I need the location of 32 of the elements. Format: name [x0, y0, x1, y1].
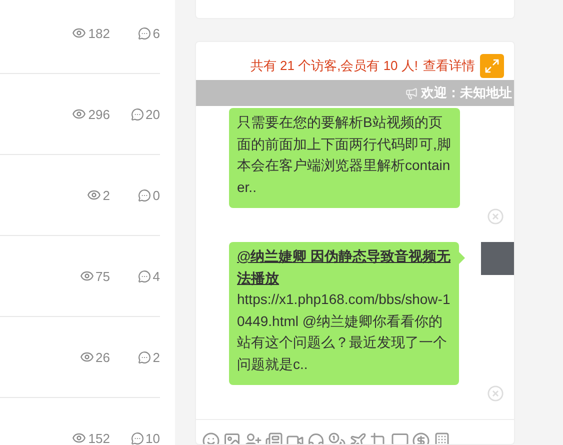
comment-count: 6: [152, 26, 160, 40]
view-count: 182: [88, 26, 110, 40]
view-count: 2: [102, 188, 110, 202]
eye-icon: [72, 26, 86, 40]
comment-count: 20: [146, 106, 160, 122]
comment-count: 4: [152, 268, 160, 284]
details-link[interactable]: 查看详情: [423, 56, 475, 74]
expand-button[interactable]: [480, 54, 504, 78]
comment-count: 2: [152, 350, 160, 364]
eye-icon: [72, 107, 86, 121]
view-count: 296: [88, 106, 110, 122]
eye-icon: [86, 188, 101, 202]
comment-count: 10: [146, 430, 160, 445]
comment-icon: [138, 26, 151, 40]
welcome-text: 欢迎：未知地址: [421, 84, 512, 102]
message-text: 只需要在您的要解析B站视频的页面的前面加上下面两行代码即可,脚本会在客户端浏览器里解析container..: [237, 114, 451, 194]
message-text: https://x1.php168.com/bbs/show-10449.html @纳兰婕卿你看看你的站有这个问题么？最近发现了一个问题就是c..: [237, 291, 450, 372]
visitor-count: 共有 21 个访客,会员有 10 人!: [250, 56, 418, 74]
comment-icon: [138, 350, 151, 364]
view-count: 26: [96, 350, 110, 364]
comment-icon: [130, 108, 144, 120]
view-count: 75: [96, 268, 110, 284]
expand-icon: [484, 58, 500, 74]
eye-icon: [80, 350, 94, 364]
comment-icon: [138, 188, 151, 202]
comment-icon: [130, 432, 144, 444]
megaphone-icon: [405, 86, 418, 100]
comment-count: 0: [152, 188, 160, 202]
eye-icon: [80, 269, 94, 283]
comment-icon: [138, 270, 151, 282]
eye-icon: [72, 431, 86, 445]
view-count: 152: [88, 430, 110, 445]
